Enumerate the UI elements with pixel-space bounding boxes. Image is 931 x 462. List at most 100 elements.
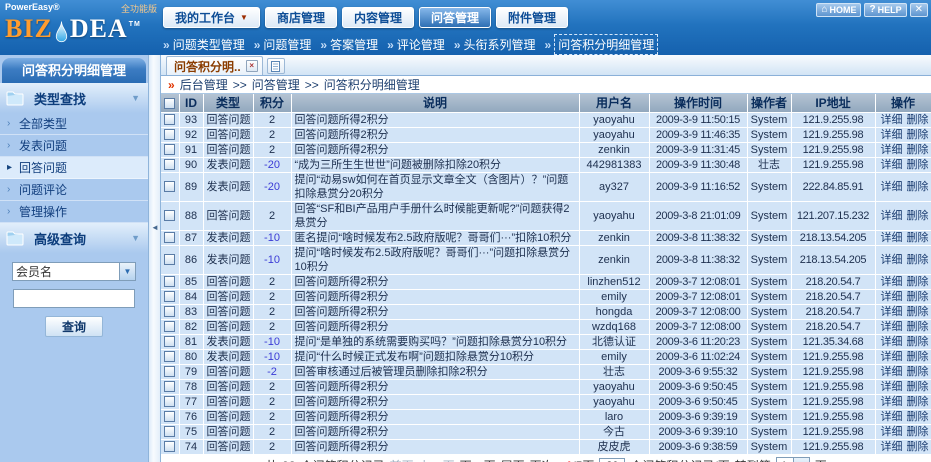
subnav-item-5[interactable]: 问答积分明细管理 [554,34,658,55]
detail-link[interactable]: 详细 [881,306,903,318]
detail-link[interactable]: 详细 [881,210,903,222]
member-name-input[interactable] [13,289,135,308]
sidebar-item-2[interactable]: ▸回答问题 [0,157,148,179]
delete-link[interactable]: 删除 [907,232,929,244]
subnav-item-2[interactable]: 答案管理 [330,36,378,53]
detail-link[interactable]: 详细 [881,291,903,303]
row-checkbox[interactable] [164,351,175,362]
delete-link[interactable]: 删除 [907,144,929,156]
detail-link[interactable]: 详细 [881,381,903,393]
detail-link[interactable]: 详细 [881,396,903,408]
delete-link[interactable]: 删除 [907,411,929,423]
row-checkbox[interactable] [164,210,175,221]
sidebar-item-4[interactable]: ›管理操作 [0,201,148,223]
delete-link[interactable]: 删除 [907,159,929,171]
row-checkbox[interactable] [164,336,175,347]
tab-close-icon[interactable]: × [246,60,258,72]
delete-link[interactable]: 删除 [907,291,929,303]
next-page-link[interactable]: 下一页 [460,457,496,462]
delete-link[interactable]: 删除 [907,254,929,266]
row-checkbox[interactable] [164,254,175,265]
delete-link[interactable]: 删除 [907,306,929,318]
detail-link[interactable]: 详细 [881,336,903,348]
breadcrumb-item-0[interactable]: 后台管理 [180,76,228,93]
nav-tab-2[interactable]: 内容管理 [342,7,414,28]
delete-link[interactable]: 删除 [907,351,929,363]
nav-tab-1[interactable]: 商店管理 [265,7,337,28]
delete-link[interactable]: 删除 [907,426,929,438]
query-button[interactable]: 查询 [45,316,103,337]
detail-link[interactable]: 详细 [881,254,903,266]
detail-link[interactable]: 详细 [881,181,903,193]
home-button[interactable]: ⌂ HOME [816,3,861,17]
detail-link[interactable]: 详细 [881,129,903,141]
row-checkbox[interactable] [164,426,175,437]
sidebar-item-0[interactable]: ›全部类型 [0,113,148,135]
sidebar-section-type-search[interactable]: 类型查找 ▼ [0,83,148,113]
detail-link[interactable]: 详细 [881,114,903,126]
detail-link[interactable]: 详细 [881,232,903,244]
help-button[interactable]: ? HELP [864,3,906,17]
nav-tab-0[interactable]: 我的工作台▼ [163,7,260,28]
collapse-section-icon[interactable]: ▼ [131,93,140,103]
subnav-item-4[interactable]: 头衔系列管理 [464,36,536,53]
new-tab-button[interactable] [267,58,285,74]
last-page-link[interactable]: 尾页 [501,457,525,462]
subnav-item-3[interactable]: 评论管理 [397,36,445,53]
row-checkbox[interactable] [164,366,175,377]
detail-link[interactable]: 详细 [881,159,903,171]
row-checkbox[interactable] [164,159,175,170]
sidebar-item-1[interactable]: ›发表问题 [0,135,148,157]
delete-link[interactable]: 删除 [907,366,929,378]
row-checkbox[interactable] [164,276,175,287]
row-checkbox[interactable] [164,291,175,302]
nav-tab-4[interactable]: 附件管理 [496,7,568,28]
delete-link[interactable]: 删除 [907,321,929,333]
cell-actions: 详细删除 [875,394,931,409]
delete-link[interactable]: 删除 [907,129,929,141]
row-checkbox[interactable] [164,129,175,140]
detail-link[interactable]: 详细 [881,426,903,438]
subnav-item-0[interactable]: 问题类型管理 [173,36,245,53]
detail-link[interactable]: 详细 [881,366,903,378]
row-checkbox[interactable] [164,232,175,243]
close-button[interactable]: ✕ [910,3,928,17]
delete-link[interactable]: 删除 [907,336,929,348]
row-checkbox[interactable] [164,321,175,332]
delete-link[interactable]: 删除 [907,181,929,193]
sidebar-splitter[interactable]: ◄ [148,55,161,462]
collapse-section-icon[interactable]: ▼ [131,233,140,243]
subnav-item-1[interactable]: 问题管理 [263,36,311,53]
row-checkbox[interactable] [164,441,175,452]
row-checkbox[interactable] [164,306,175,317]
goto-page-select[interactable]: 1▼ [776,457,810,462]
row-checkbox[interactable] [164,396,175,407]
delete-link[interactable]: 删除 [907,210,929,222]
detail-link[interactable]: 详细 [881,411,903,423]
row-checkbox[interactable] [164,381,175,392]
sidebar-section-advanced-query[interactable]: 高级查询 ▼ [0,223,148,253]
collapse-sidebar-icon[interactable]: ◄ [151,223,159,232]
detail-link[interactable]: 详细 [881,441,903,453]
row-checkbox[interactable] [164,144,175,155]
detail-link[interactable]: 详细 [881,144,903,156]
row-checkbox[interactable] [164,411,175,422]
detail-link[interactable]: 详细 [881,276,903,288]
delete-link[interactable]: 删除 [907,381,929,393]
per-page-input[interactable] [599,458,625,462]
delete-link[interactable]: 删除 [907,441,929,453]
detail-link[interactable]: 详细 [881,321,903,333]
detail-link[interactable]: 详细 [881,351,903,363]
nav-tab-3[interactable]: 问答管理 [419,7,491,28]
delete-link[interactable]: 删除 [907,276,929,288]
tab-qa-points[interactable]: 问答积分明.. × [166,56,263,75]
row-checkbox[interactable] [164,181,175,192]
select-all-checkbox[interactable] [164,98,175,109]
breadcrumb-item-2[interactable]: 问答积分明细管理 [324,76,420,93]
sidebar-item-3[interactable]: ›问题评论 [0,179,148,201]
row-checkbox[interactable] [164,114,175,125]
delete-link[interactable]: 删除 [907,396,929,408]
breadcrumb-item-1[interactable]: 问答管理 [252,76,300,93]
member-name-select[interactable]: 会员名 ▼ [12,262,136,281]
delete-link[interactable]: 删除 [907,114,929,126]
